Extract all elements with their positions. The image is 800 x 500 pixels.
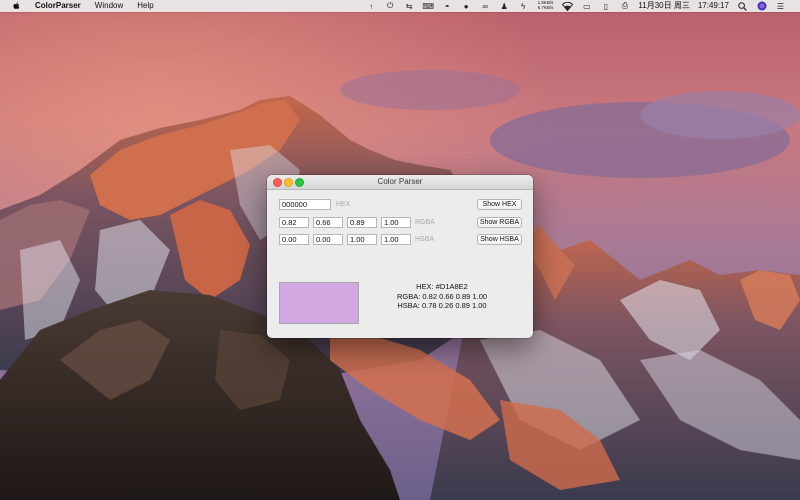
window-title: Color Parser: [377, 177, 423, 186]
keyboard-icon[interactable]: ⌨: [422, 1, 434, 11]
rgba-r-input[interactable]: 0.82: [279, 217, 309, 228]
hex-label: HEX: [336, 201, 351, 208]
show-rgba-button[interactable]: Show RGBA: [477, 217, 522, 228]
hsba-label: HSBA: [415, 236, 435, 243]
hsba-b-input[interactable]: 1.00: [347, 234, 377, 245]
menu-bar-status: ↑ ⏻ ⇆ ⌨ ◓ ● ∞ ♟ ϟ 1.5KB/s 6.7KB/s ▭ ▯ ⎙ …: [362, 0, 800, 12]
record-dot-icon[interactable]: ●: [461, 1, 472, 11]
wifi-icon[interactable]: [562, 1, 574, 11]
network-down-speed: 6.7KB/s: [537, 5, 554, 10]
color-swatch: [279, 282, 359, 324]
hsba-h-input[interactable]: 0.00: [279, 234, 309, 245]
show-hex-button[interactable]: Show HEX: [477, 199, 522, 210]
glasses-icon[interactable]: ∞: [480, 1, 491, 11]
menu-bar-time[interactable]: 17:49:17: [698, 0, 729, 12]
menu-help[interactable]: Help: [137, 0, 153, 12]
hsba-a-input[interactable]: 1.00: [381, 234, 411, 245]
power-icon[interactable]: ⏻: [385, 1, 396, 11]
notification-center-icon[interactable]: ☰: [775, 1, 786, 11]
hsba-s-input[interactable]: 0.00: [313, 234, 343, 245]
spotlight-search-icon[interactable]: [737, 1, 748, 11]
menu-app-name[interactable]: ColorParser: [35, 0, 81, 12]
result-hsba: HSBA: 0.78 0.26 0.89 1.00: [397, 301, 487, 310]
apple-icon[interactable]: [12, 1, 21, 11]
menu-window[interactable]: Window: [95, 0, 123, 12]
rgba-a-input[interactable]: 1.00: [381, 217, 411, 228]
window-titlebar[interactable]: Color Parser: [267, 175, 533, 190]
siri-icon[interactable]: [756, 1, 767, 11]
color-parser-window: Color Parser 000000 HEX Show HEX 0.82 0.…: [267, 175, 533, 338]
result-hex: HEX: #D1A8E2: [416, 282, 468, 291]
menu-bar: ColorParser Window Help ↑ ⏻ ⇆ ⌨ ◓ ● ∞ ♟ …: [0, 0, 800, 12]
translate-icon[interactable]: ⇆: [404, 1, 415, 11]
result-rgba: RGBA: 0.82 0.66 0.89 1.00: [396, 292, 488, 301]
turtle-icon[interactable]: ◓: [442, 1, 453, 11]
hex-input[interactable]: 000000: [279, 199, 331, 210]
menu-bar-left: ColorParser Window Help: [0, 0, 168, 12]
penguin-icon[interactable]: ♟: [499, 1, 510, 11]
battery-icon[interactable]: ▯: [600, 1, 611, 11]
show-hsba-button[interactable]: Show HSBA: [477, 234, 522, 245]
rgba-label: RGBA: [415, 219, 435, 226]
upload-arrow-icon[interactable]: ↑: [366, 1, 377, 11]
menu-bar-date[interactable]: 11月30日 周三: [638, 0, 689, 12]
rgba-g-input[interactable]: 0.66: [313, 217, 343, 228]
airplay-icon[interactable]: ▭: [581, 1, 592, 11]
network-speed: 1.5KB/s 6.7KB/s: [538, 1, 554, 10]
rgba-b-input[interactable]: 0.89: [347, 217, 377, 228]
lightning-icon[interactable]: ϟ: [518, 1, 529, 11]
input-method-icon[interactable]: ⎙: [619, 1, 630, 11]
